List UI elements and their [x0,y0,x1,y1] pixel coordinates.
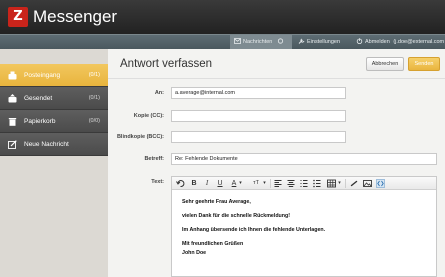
editor-toolbar: B I U A ▾ тT ▾ ▾ [172,177,436,190]
nav-messages-label: Nachrichten [243,39,273,45]
sidebar-item-label: Papierkorb [24,118,56,125]
refresh-icon [277,38,283,44]
link-icon[interactable] [350,179,358,188]
subject-field[interactable]: Re: Fehlende Dokumente [171,153,437,165]
subject-label: Betreff: [144,156,164,162]
sidebar: Posteingang (0/1) Gesendet (0/1) Papierk… [0,49,108,277]
toolbar-separator [270,179,271,188]
app-logo: Z [8,7,28,27]
user-email: (j.doe@external.com [393,39,445,45]
app-title: Messenger [33,7,118,26]
source-code-icon[interactable] [376,179,385,188]
toolbar-separator [345,179,346,188]
font-color-button[interactable]: A [230,179,238,188]
chevron-down-icon[interactable]: ▾ [262,179,267,188]
cc-label: Kopie (CC): [133,113,164,119]
body-line: Im Anhang übersende ich Ihnen die fehlen… [182,227,326,233]
bcc-field[interactable] [171,131,346,143]
to-field[interactable]: a.average@internal.com [171,87,346,99]
italic-button[interactable]: I [203,179,211,188]
bcc-label: Blindkopie (BCC): [116,134,164,140]
bold-button[interactable]: B [190,179,198,188]
send-button[interactable]: Senden [408,57,440,71]
image-icon[interactable] [363,179,372,188]
sidebar-item-label: Gesendet [24,95,53,102]
nav-settings-label: Einstellungen [307,39,341,45]
sidebar-item-count: (0/1) [88,72,100,78]
nav-logout-label: Abmelden [365,39,390,45]
nav-settings[interactable]: Einstellungen [294,35,350,50]
table-icon[interactable] [327,179,336,188]
sidebar-item-trash[interactable]: Papierkorb (0/0) [0,110,108,133]
outbox-icon [8,94,17,103]
divider [108,78,445,79]
align-left-icon[interactable] [274,179,282,188]
chevron-down-icon[interactable]: ▾ [337,179,342,188]
envelope-icon [234,38,241,44]
body-line: Sehr geehrte Frau Average, [182,199,251,205]
inbox-icon [8,71,17,80]
sidebar-item-new-message[interactable]: Neue Nachricht [0,133,108,156]
message-editor[interactable]: B I U A ▾ тT ▾ ▾ Sehr geehrte Frau Avera… [171,176,437,277]
font-size-button[interactable]: тT [250,179,262,188]
cancel-button[interactable]: Abbrechen [366,57,404,71]
ordered-list-icon[interactable] [300,179,308,188]
text-label: Text: [151,179,164,185]
undo-icon[interactable] [176,179,185,188]
compose-icon [8,140,17,149]
sidebar-item-label: Neue Nachricht [24,141,69,148]
body-line: vielen Dank für die schnelle Rückmeldung… [182,213,291,219]
to-label: An: [154,90,164,96]
sidebar-item-label: Posteingang [24,72,61,79]
chevron-down-icon[interactable]: ▾ [238,179,243,188]
app-header: Z Messenger [0,0,445,34]
compose-panel: Antwort verfassen Abbrechen Senden An: a… [108,49,445,277]
sidebar-item-sent[interactable]: Gesendet (0/1) [0,87,108,110]
underline-button[interactable]: U [216,179,224,188]
align-center-icon[interactable] [287,179,295,188]
sidebar-item-count: (0/0) [88,118,100,124]
trash-icon [8,118,17,126]
sidebar-item-inbox[interactable]: Posteingang (0/1) [0,64,108,87]
top-navigation: Nachrichten Einstellungen Abmelden (j.do… [0,34,445,50]
cc-field[interactable] [171,110,346,122]
body-line: John Doe [182,250,207,256]
nav-logout[interactable]: Abmelden (j.doe@external.com [352,35,445,50]
page-title: Antwort verfassen [120,58,213,70]
body-line: Mit freundlichen Grüßen [182,241,244,247]
wrench-icon [298,38,305,44]
power-icon [356,38,363,44]
sidebar-item-count: (0/1) [88,95,100,101]
nav-messages[interactable]: Nachrichten [230,35,292,50]
unordered-list-icon[interactable] [313,179,321,188]
